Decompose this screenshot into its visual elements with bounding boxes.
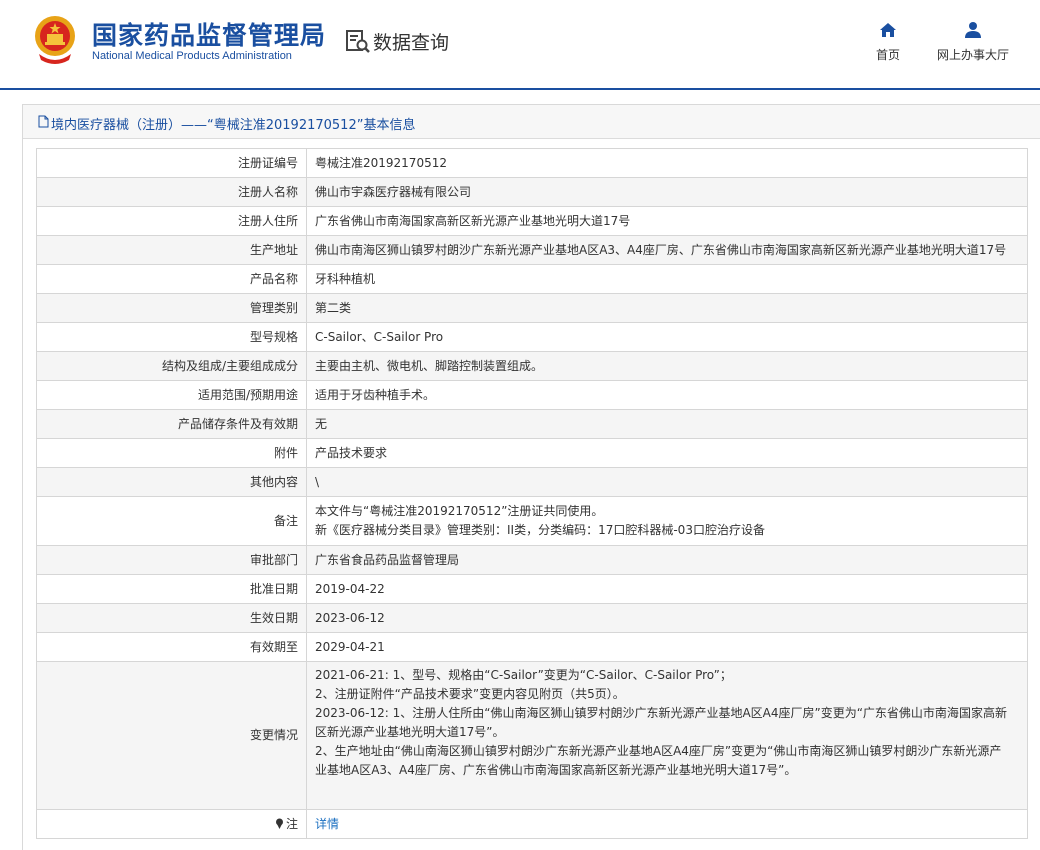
table-row: 备注 本文件与“粤械注准20192170512”注册证共同使用。 新《医疗器械分…: [36, 496, 1028, 546]
field-value: 广东省佛山市南海国家高新区新光源产业基地光明大道17号: [306, 206, 1028, 236]
details-link[interactable]: 详情: [315, 817, 339, 831]
field-value-multiline: 本文件与“粤械注准20192170512”注册证共同使用。 新《医疗器械分类目录…: [306, 496, 1028, 546]
field-value: 适用于牙齿种植手术。: [306, 380, 1028, 410]
table-row: 注册人名称 佛山市宇森医疗器械有限公司: [36, 177, 1028, 207]
table-row: 生产地址 佛山市南海区狮山镇罗村朗沙广东新光源产业基地A区A3、A4座厂房、广东…: [36, 235, 1028, 265]
table-row: 审批部门 广东省食品药品监督管理局: [36, 545, 1028, 575]
nav-hall-label: 网上办事大厅: [936, 48, 1009, 62]
change-line: 2021-06-21: 1、型号、规格由“C-Sailor”变更为“C-Sail…: [315, 668, 732, 682]
field-value: 无: [306, 409, 1028, 439]
field-value: 2019-04-22: [306, 574, 1028, 604]
field-value: C-Sailor、C-Sailor Pro: [306, 322, 1028, 352]
field-label: 产品名称: [36, 264, 307, 294]
field-label: 注册人住所: [36, 206, 307, 236]
field-label: 结构及组成/主要组成成分: [36, 351, 307, 381]
nav-home-label: 首页: [875, 48, 900, 62]
table-row: 注册人住所 广东省佛山市南海国家高新区新光源产业基地光明大道17号: [36, 206, 1028, 236]
change-line: 2、注册证附件“产品技术要求”变更内容见附页（共5页）。: [315, 687, 625, 701]
table-row: 型号规格 C-Sailor、C-Sailor Pro: [36, 322, 1028, 352]
change-line: 2、生产地址由“佛山南海区狮山镇罗村朗沙广东新光源产业基地A区A4座厂房”变更为…: [315, 744, 1002, 758]
table-row: 产品储存条件及有效期 无: [36, 409, 1028, 439]
field-label: 变更情况: [36, 661, 307, 810]
table-row: 生效日期 2023-06-12: [36, 603, 1028, 633]
remark-line: 新《医疗器械分类目录》管理类别：II类，分类编码：17口腔科器械-03口腔治疗设…: [315, 523, 765, 537]
national-emblem-icon: [35, 16, 75, 64]
table-row: 有效期至 2029-04-21: [36, 632, 1028, 662]
field-label: 其他内容: [36, 467, 307, 497]
field-value: 佛山市宇森医疗器械有限公司: [306, 177, 1028, 207]
field-label: 生产地址: [36, 235, 307, 265]
pin-icon: [275, 818, 283, 829]
note-label-cell: 注: [36, 809, 307, 839]
field-value: 产品技术要求: [306, 438, 1028, 468]
table-row: 产品名称 牙科种植机: [36, 264, 1028, 294]
data-query-icon: [346, 30, 370, 53]
field-value: 牙科种植机: [306, 264, 1028, 294]
page-section-title: 数据查询: [373, 32, 450, 54]
field-value: 广东省食品药品监督管理局: [306, 545, 1028, 575]
field-value: \: [306, 467, 1028, 497]
table-row: 其他内容 \: [36, 467, 1028, 497]
nav-online-service-hall[interactable]: 网上办事大厅: [934, 20, 1012, 63]
change-line: 区新光源产业基地光明大道17号”。: [315, 725, 505, 739]
panel-header: 境内医疗器械（注册）——“粤械注准20192170512”基本信息: [23, 105, 1040, 139]
field-label: 附件: [36, 438, 307, 468]
home-icon: [880, 23, 896, 37]
field-label: 适用范围/预期用途: [36, 380, 307, 410]
table-row: 附件 产品技术要求: [36, 438, 1028, 468]
brand-name-en: National Medical Products Administration: [92, 50, 292, 62]
table-row: 注 详情: [36, 809, 1028, 839]
remark-line: 本文件与“粤械注准20192170512”注册证共同使用。: [315, 504, 604, 518]
field-value: 佛山市南海区狮山镇罗村朗沙广东新光源产业基地A区A3、A4座厂房、广东省佛山市南…: [306, 235, 1028, 265]
field-value: 主要由主机、微电机、脚踏控制装置组成。: [306, 351, 1028, 381]
change-line: 业基地A区A3、A4座厂房、广东省佛山市南海国家高新区新光源产业基地光明大道17…: [315, 763, 797, 777]
table-row: 批准日期 2019-04-22: [36, 574, 1028, 604]
field-label: 审批部门: [36, 545, 307, 575]
table-row: 适用范围/预期用途 适用于牙齿种植手术。: [36, 380, 1028, 410]
brand-name-cn: 国家药品监督管理局: [92, 21, 327, 50]
field-label: 注: [285, 816, 298, 831]
user-icon: [965, 22, 981, 38]
field-label: 备注: [36, 496, 307, 546]
field-label: 型号规格: [36, 322, 307, 352]
table-row: 结构及组成/主要组成成分 主要由主机、微电机、脚踏控制装置组成。: [36, 351, 1028, 381]
site-header: 国家药品监督管理局 National Medical Products Admi…: [0, 0, 1040, 88]
table-row: 管理类别 第二类: [36, 293, 1028, 323]
field-value: 2029-04-21: [306, 632, 1028, 662]
field-label: 注册人名称: [36, 177, 307, 207]
table-row: 注册证编号 粤械注准20192170512: [36, 148, 1028, 178]
field-label: 产品储存条件及有效期: [36, 409, 307, 439]
field-label: 批准日期: [36, 574, 307, 604]
field-value: 第二类: [306, 293, 1028, 323]
field-label: 生效日期: [36, 603, 307, 633]
field-value: 2023-06-12: [306, 603, 1028, 633]
field-value-cell: 详情: [306, 809, 1028, 839]
document-icon: [38, 115, 49, 128]
panel-title: 境内医疗器械（注册）——“粤械注准20192170512”基本信息: [51, 118, 416, 133]
field-value: 粤械注准20192170512: [306, 148, 1028, 178]
change-line: 2023-06-12: 1、注册人住所由“佛山南海区狮山镇罗村朗沙广东新光源产业…: [315, 706, 1007, 720]
field-label: 有效期至: [36, 632, 307, 662]
registration-info-table: 注册证编号 粤械注准20192170512 注册人名称 佛山市宇森医疗器械有限公…: [36, 148, 1028, 839]
nav-home[interactable]: 首页: [870, 20, 906, 63]
table-row: 变更情况 2021-06-21: 1、型号、规格由“C-Sailor”变更为“C…: [36, 661, 1028, 810]
field-label: 注册证编号: [36, 148, 307, 178]
field-label: 管理类别: [36, 293, 307, 323]
field-value-multiline: 2021-06-21: 1、型号、规格由“C-Sailor”变更为“C-Sail…: [306, 661, 1028, 810]
header-divider: [0, 88, 1040, 90]
